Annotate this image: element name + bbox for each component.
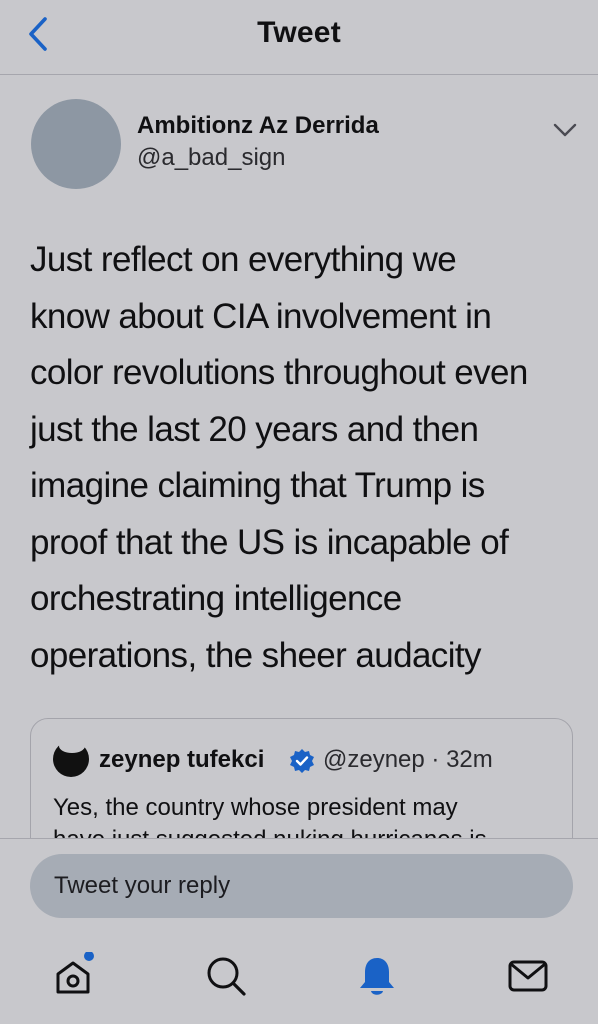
tweet-body-line: operations, the sheer audacity	[30, 635, 482, 675]
tweet-body-line: know about CIA involvement in	[30, 296, 492, 336]
home-icon	[56, 952, 94, 994]
author-name[interactable]: Ambitionz Az Derrida	[137, 112, 379, 140]
author-avatar[interactable]	[31, 99, 121, 189]
quoted-author-name: zeynep tufekci	[99, 746, 265, 773]
page-title: Tweet	[257, 16, 341, 49]
tab-home[interactable]	[49, 952, 97, 1000]
author-handle[interactable]: @a_bad_sign	[137, 144, 285, 172]
tab-messages[interactable]	[504, 952, 552, 1000]
mail-icon	[508, 960, 548, 992]
reply-input[interactable]: Tweet your reply	[30, 854, 573, 918]
search-icon	[207, 957, 246, 996]
chevron-down-icon	[553, 123, 577, 137]
tab-bar	[0, 930, 598, 1024]
tweet-menu-button[interactable]	[551, 120, 579, 140]
tweet-body-line: proof that the US is incapable of	[30, 522, 509, 562]
quoted-author-handle-time: @zeynep · 32m	[323, 746, 493, 773]
quoted-text-line: Yes, the country whose president may	[53, 794, 458, 821]
tab-search[interactable]	[202, 952, 250, 1000]
header-bar: Tweet	[0, 0, 598, 75]
tweet-body-line: imagine claiming that Trump is	[30, 466, 485, 505]
verified-badge-icon	[290, 749, 314, 773]
tweet-body-line: color revolutions throughout even	[30, 353, 528, 392]
tweet-body-line: Just reflect on everything we	[30, 240, 457, 279]
tweet-body-line: orchestrating intelligence	[30, 579, 402, 618]
tab-notifications[interactable]	[353, 952, 401, 1000]
quoted-author-avatar	[53, 739, 89, 777]
reply-bar: Tweet your reply	[0, 838, 598, 930]
tweet-body-line: just the last 20 years and then	[30, 409, 479, 449]
tweet-body: Just reflect on everything we know about…	[30, 232, 578, 684]
bell-icon	[360, 958, 394, 995]
